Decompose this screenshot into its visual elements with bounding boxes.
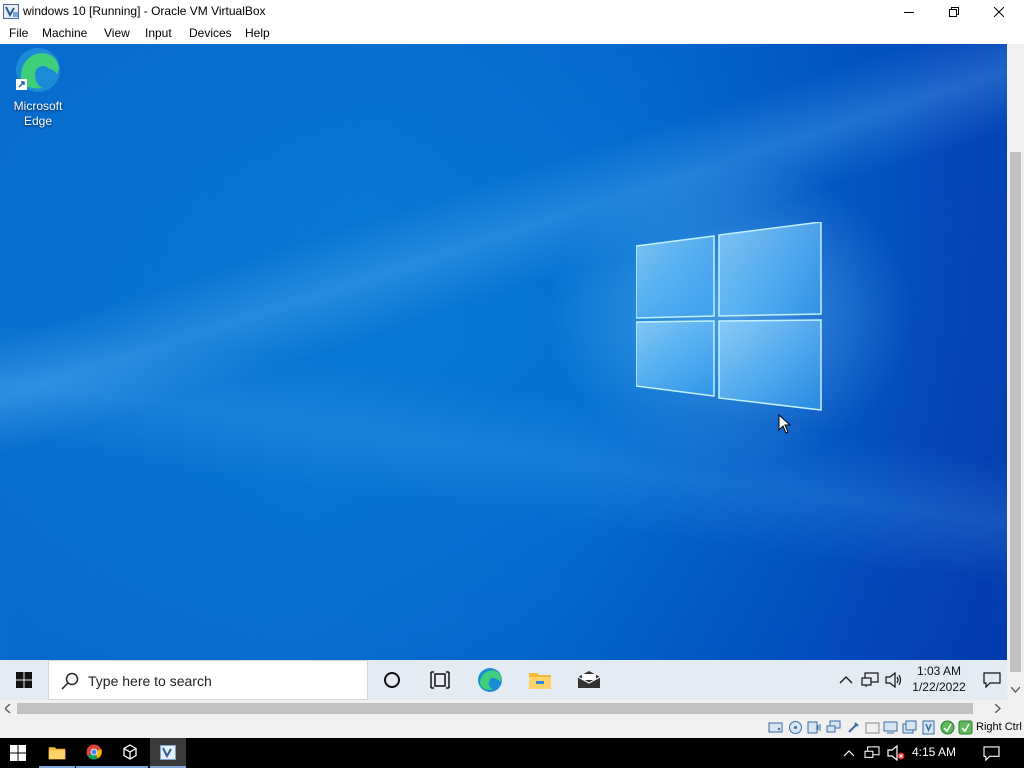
restore-icon bbox=[949, 6, 959, 17]
edge-icon bbox=[16, 48, 60, 92]
menu-file[interactable]: File bbox=[9, 26, 28, 41]
taskbar-edge-button[interactable] bbox=[466, 660, 514, 700]
mail-icon bbox=[577, 671, 601, 688]
recording-icon[interactable] bbox=[902, 720, 917, 735]
tray-network-button[interactable] bbox=[858, 660, 882, 700]
guest-clock[interactable]: 1:03 AM 1/22/2022 bbox=[904, 663, 974, 695]
vm-status-bar: Right Ctrl bbox=[0, 717, 1024, 738]
chrome-icon bbox=[86, 744, 102, 760]
taskbar-file-explorer-button[interactable] bbox=[516, 660, 564, 700]
action-center-button[interactable] bbox=[976, 660, 1007, 700]
network-icon bbox=[861, 672, 879, 687]
host-taskbar: 4:15 AM bbox=[0, 738, 1024, 768]
host-start-button[interactable] bbox=[0, 738, 36, 768]
restore-button[interactable] bbox=[931, 0, 977, 23]
cortana-icon bbox=[384, 672, 400, 688]
desktop-icon-label-1: Microsoft bbox=[13, 99, 63, 113]
audio-icon[interactable] bbox=[807, 720, 822, 735]
menu-view[interactable]: View bbox=[104, 26, 130, 41]
tray-overflow-button[interactable] bbox=[834, 660, 858, 700]
scroll-left-arrow-icon[interactable] bbox=[5, 704, 11, 713]
file-explorer-icon bbox=[529, 673, 551, 689]
virtualbox-icon bbox=[123, 744, 137, 760]
host-tray-network-button[interactable] bbox=[861, 738, 883, 768]
host-vm-window-button[interactable] bbox=[150, 738, 186, 768]
desktop-icon-label-2: Edge bbox=[23, 114, 53, 128]
minimize-button[interactable] bbox=[886, 0, 932, 23]
guest-clock-time: 1:03 AM bbox=[916, 664, 962, 678]
mouse-pointer-icon bbox=[778, 414, 792, 434]
network-icon bbox=[864, 746, 880, 758]
wallpaper-light-beam-lower bbox=[0, 44, 1007, 700]
menu-input[interactable]: Input bbox=[145, 26, 172, 41]
volume-icon bbox=[885, 672, 902, 688]
vertical-scrollbar-thumb[interactable] bbox=[1010, 152, 1021, 672]
menu-machine[interactable]: Machine bbox=[42, 26, 87, 41]
guest-clock-date: 1/22/2022 bbox=[912, 680, 966, 694]
display-icon[interactable] bbox=[883, 720, 898, 735]
windows-logo-wallpaper bbox=[636, 222, 822, 411]
host-chrome-button[interactable] bbox=[76, 738, 112, 768]
file-explorer-icon bbox=[48, 746, 66, 759]
host-tray-volume-button[interactable] bbox=[884, 738, 908, 768]
menu-devices[interactable]: Devices bbox=[189, 26, 232, 41]
taskbar-search-box[interactable]: Type here to search bbox=[48, 660, 368, 700]
minimize-icon bbox=[904, 11, 914, 13]
notification-icon bbox=[982, 672, 1001, 688]
hard-disk-icon[interactable] bbox=[768, 720, 783, 735]
horizontal-scrollbar-thumb[interactable] bbox=[17, 703, 973, 714]
optical-drive-icon[interactable] bbox=[788, 720, 803, 735]
guest-taskbar: Type here to search 1:03 AM 1/22/2022 bbox=[0, 660, 1007, 700]
chevron-up-icon bbox=[839, 676, 853, 684]
virtualbox-app-icon[interactable] bbox=[3, 4, 19, 19]
guest-display[interactable]: Microsoft Edge Type here to search 1:03 … bbox=[0, 44, 1007, 700]
task-view-button[interactable] bbox=[416, 660, 464, 700]
volume-muted-icon bbox=[887, 745, 905, 761]
search-placeholder: Type here to search bbox=[88, 673, 212, 689]
notification-icon bbox=[982, 745, 1000, 761]
close-icon bbox=[994, 6, 1004, 17]
window-title: windows 10 [Running] - Oracle VM Virtual… bbox=[23, 4, 266, 18]
scroll-down-arrow-icon[interactable] bbox=[1011, 687, 1020, 693]
edge-icon bbox=[478, 668, 502, 692]
tray-volume-button[interactable] bbox=[882, 660, 906, 700]
host-virtualbox-button[interactable] bbox=[112, 738, 148, 768]
windows-start-icon bbox=[16, 672, 32, 688]
host-tray-overflow-button[interactable] bbox=[838, 738, 860, 768]
scroll-right-arrow-icon[interactable] bbox=[995, 704, 1001, 713]
usb-icon[interactable] bbox=[846, 720, 861, 735]
chevron-up-icon bbox=[843, 749, 855, 756]
keyboard-icon[interactable] bbox=[958, 720, 973, 735]
horizontal-scrollbar[interactable] bbox=[0, 700, 1007, 717]
host-action-center-button[interactable] bbox=[975, 738, 1007, 768]
taskbar-mail-button[interactable] bbox=[565, 660, 613, 700]
window-titlebar: windows 10 [Running] - Oracle VM Virtual… bbox=[0, 0, 1024, 23]
menu-help[interactable]: Help bbox=[245, 26, 270, 41]
menu-bar: File Machine View Input Devices Help bbox=[0, 23, 1024, 44]
scrollbar-corner bbox=[1007, 700, 1024, 717]
close-button[interactable] bbox=[976, 0, 1022, 23]
host-key-label: Right Ctrl bbox=[976, 721, 1022, 733]
cpu-icon[interactable] bbox=[921, 720, 936, 735]
cortana-button[interactable] bbox=[368, 660, 416, 700]
virtualbox-vm-icon bbox=[160, 744, 176, 760]
host-clock[interactable]: 4:15 AM bbox=[912, 745, 956, 759]
mouse-integration-icon[interactable] bbox=[940, 720, 955, 735]
windows-start-icon bbox=[10, 745, 26, 761]
task-view-icon bbox=[430, 671, 450, 689]
search-icon bbox=[61, 672, 79, 690]
desktop-icon-edge[interactable]: Microsoft Edge bbox=[6, 46, 70, 129]
shared-folder-icon[interactable] bbox=[865, 720, 880, 735]
vertical-scrollbar[interactable] bbox=[1007, 44, 1024, 700]
start-button[interactable] bbox=[0, 660, 48, 700]
network-icon[interactable] bbox=[826, 720, 841, 735]
host-file-explorer-button[interactable] bbox=[39, 738, 75, 768]
